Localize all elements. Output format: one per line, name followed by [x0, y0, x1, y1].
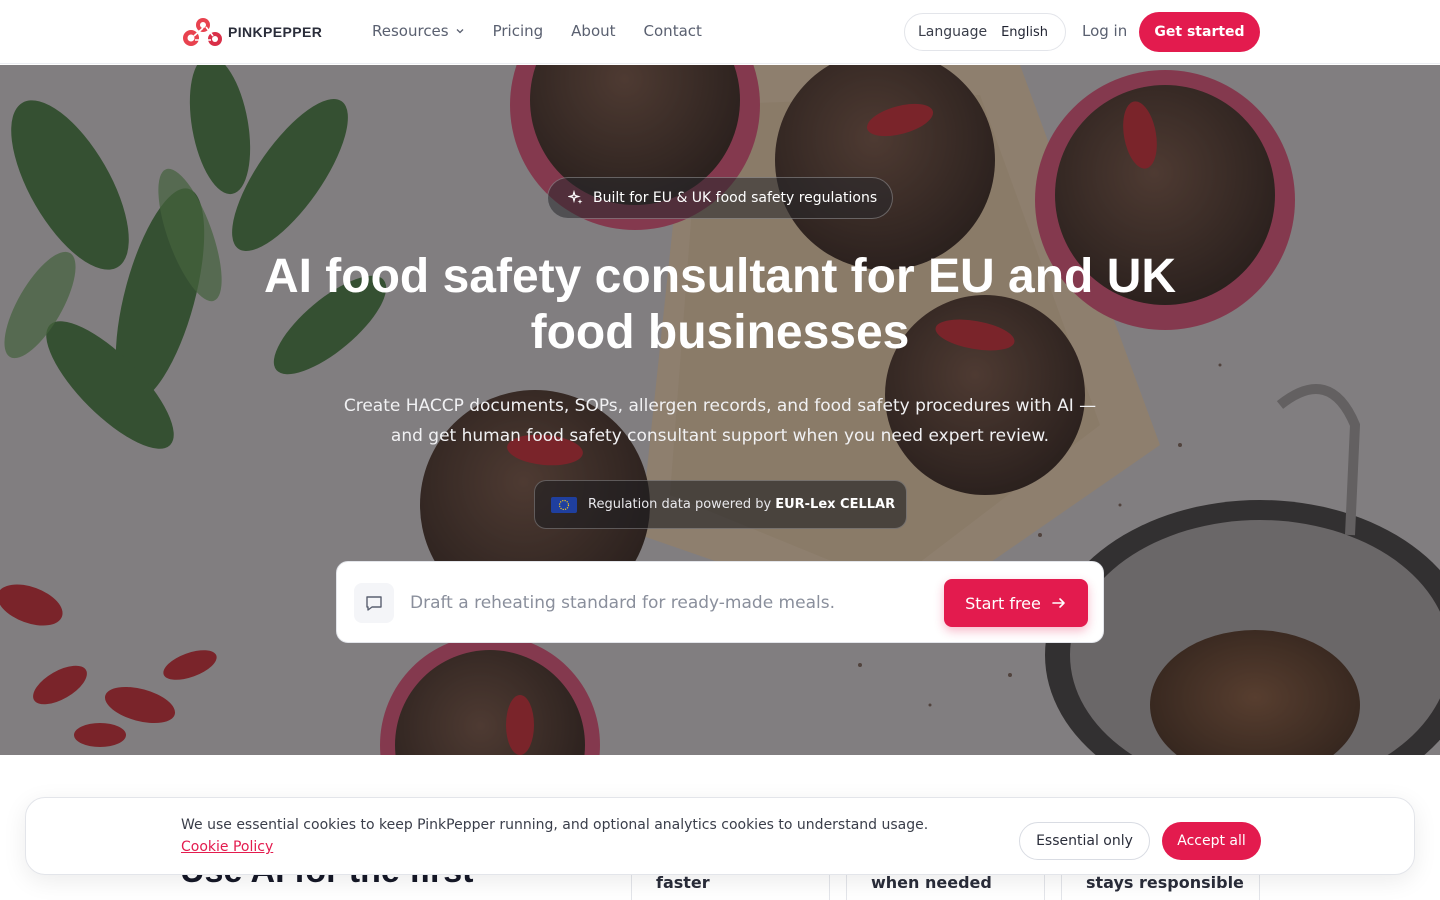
nav-pricing-label: Pricing: [492, 22, 544, 40]
nav-links: Resources Pricing About Contact: [372, 22, 702, 40]
nav-pricing[interactable]: Pricing: [493, 22, 544, 40]
nav-resources[interactable]: Resources: [372, 22, 465, 40]
brand-logo[interactable]: PINKPEPPER: [182, 16, 322, 48]
chat-bubble-icon: [366, 596, 382, 611]
nav-contact-label: Contact: [643, 22, 702, 40]
regulation-badge-text: Built for EU & UK food safety regulation…: [593, 190, 878, 206]
start-free-label: Start free: [965, 593, 1041, 613]
hero-section: Built for EU & UK food safety regulation…: [0, 65, 1440, 755]
language-value: English: [1001, 24, 1049, 40]
language-label: Language: [918, 24, 988, 40]
prompt-bar: Start free: [336, 561, 1104, 643]
cookie-policy-link[interactable]: Cookie Policy: [181, 839, 273, 855]
eurlex-badge: Regulation data powered by EUR-Lex CELLA…: [534, 480, 907, 529]
brand-name: PINKPEPPER: [228, 24, 323, 40]
essential-only-button[interactable]: Essential only: [1019, 822, 1150, 860]
powered-prefix: Regulation data powered by: [588, 497, 772, 512]
feature-card-text: when needed: [871, 873, 992, 892]
nav-resources-label: Resources: [372, 22, 449, 40]
nav-contact[interactable]: Contact: [644, 22, 702, 40]
accept-all-button[interactable]: Accept all: [1162, 822, 1261, 860]
get-started-button[interactable]: Get started: [1139, 12, 1260, 52]
language-selector[interactable]: Language English: [904, 13, 1066, 51]
hero-subtitle: Create HACCP documents, SOPs, allergen r…: [343, 396, 1097, 446]
eu-flag-icon: [551, 496, 577, 513]
cookie-message: We use essential cookies to keep PinkPep…: [181, 814, 961, 858]
nav-about-label: About: [571, 22, 616, 40]
powered-source: EUR-Lex CELLAR: [775, 497, 896, 512]
chevron-down-icon: [456, 29, 464, 34]
chat-icon-box: [354, 583, 394, 623]
start-free-button[interactable]: Start free: [944, 579, 1088, 627]
cookie-banner: We use essential cookies to keep PinkPep…: [25, 797, 1415, 875]
prompt-input[interactable]: [410, 588, 910, 618]
sparkles-icon: [568, 190, 583, 204]
cookie-text: We use essential cookies to keep PinkPep…: [181, 817, 929, 833]
top-nav: PINKPEPPER Resources Pricing About Conta…: [0, 0, 1440, 64]
login-link[interactable]: Log in: [1082, 22, 1127, 40]
pinkpepper-logo-icon: [183, 18, 222, 46]
nav-about[interactable]: About: [571, 22, 615, 40]
feature-card-text: stays responsible: [1086, 873, 1244, 892]
regulation-badge: Built for EU & UK food safety regulation…: [547, 177, 893, 219]
feature-card-text: faster: [656, 873, 710, 892]
hero-title: AI food safety consultant for EU and UK …: [263, 250, 1177, 359]
arrow-right-icon: [1052, 598, 1065, 608]
